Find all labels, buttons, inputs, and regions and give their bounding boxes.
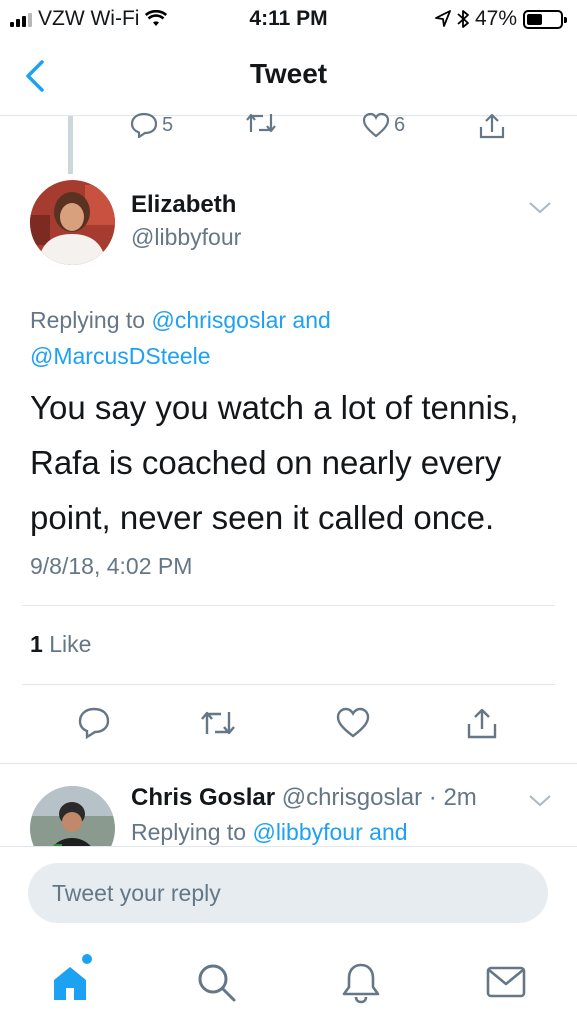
battery-icon xyxy=(523,9,567,29)
mention-link-marcusdsteele[interactable]: @MarcusDSteele xyxy=(30,343,211,369)
reply-input[interactable] xyxy=(28,863,548,923)
reply-author-name[interactable]: Chris Goslar xyxy=(131,784,275,811)
retweet-icon[interactable] xyxy=(199,706,237,740)
reply-tweet[interactable]: Chris Goslar @chrisgoslar · 2m Replying … xyxy=(0,764,577,846)
messages-envelope-icon xyxy=(486,966,526,998)
reply-replying-to-line: Replying to @libbyfour and xyxy=(131,819,408,846)
previous-like-action[interactable]: 6 xyxy=(362,112,405,138)
retweet-icon xyxy=(246,113,276,133)
search-icon xyxy=(198,964,236,1002)
tab-bar xyxy=(0,942,577,1024)
avatar[interactable] xyxy=(30,180,115,265)
author-name[interactable]: Elizabeth xyxy=(131,191,236,219)
tweet-timestamp: 9/8/18, 4:02 PM xyxy=(30,553,193,579)
reply-author-line: Chris Goslar @chrisgoslar · 2m xyxy=(131,784,477,812)
page-title: Tweet xyxy=(249,58,328,89)
previous-share-action[interactable] xyxy=(478,112,506,140)
mention-link-libbyfour[interactable]: @libbyfour xyxy=(252,819,362,845)
status-bar: VZW Wi-Fi 4:11 PM 47% xyxy=(0,0,577,40)
avatar[interactable] xyxy=(30,786,115,846)
previous-retweet-action[interactable] xyxy=(245,112,277,134)
reply-replying-prefix: Replying to xyxy=(131,819,253,845)
tab-notifications[interactable] xyxy=(339,960,383,1004)
replying-to-line: Replying to @chrisgoslar and @MarcusDSte… xyxy=(30,302,550,374)
reply-author-handle[interactable]: @chrisgoslar xyxy=(282,784,422,811)
reply-replying-suffix[interactable]: and xyxy=(363,819,407,845)
replying-prefix: Replying to xyxy=(30,307,152,333)
chevron-down-icon[interactable] xyxy=(528,794,552,808)
reply-icon xyxy=(130,112,158,138)
compose-bar xyxy=(0,846,577,942)
divider xyxy=(22,605,555,606)
previous-reply-action[interactable]: 5 xyxy=(130,112,173,138)
author-avatar-image xyxy=(30,180,115,265)
share-icon[interactable] xyxy=(465,706,499,740)
navigation-bar: Tweet xyxy=(0,40,577,116)
notification-dot xyxy=(82,954,92,964)
replying-and[interactable]: and xyxy=(286,307,330,333)
previous-reply-count: 5 xyxy=(162,113,174,136)
reply-avatar-image xyxy=(30,786,115,846)
battery-percent: 47% xyxy=(474,7,517,30)
like-label: Like xyxy=(49,631,92,657)
reply-icon[interactable] xyxy=(77,706,111,740)
share-icon xyxy=(479,113,505,139)
previous-like-count: 6 xyxy=(394,113,406,136)
heart-icon[interactable] xyxy=(336,706,370,740)
notifications-bell-icon xyxy=(342,963,380,1004)
divider xyxy=(22,684,555,685)
tab-messages[interactable] xyxy=(484,960,528,1004)
home-icon xyxy=(54,967,86,1000)
heart-icon xyxy=(362,112,390,138)
reply-timestamp: · 2m xyxy=(422,784,477,811)
mention-link-chrisgoslar[interactable]: @chrisgoslar xyxy=(151,307,286,333)
tweet-text: You say you watch a lot of tennis, Rafa … xyxy=(30,389,519,536)
bluetooth-icon xyxy=(457,10,469,28)
chevron-down-icon[interactable] xyxy=(528,201,552,215)
previous-tweet-actions: 5 6 xyxy=(0,112,577,146)
location-arrow-icon xyxy=(435,10,451,27)
likes-summary[interactable]: 1 Like xyxy=(30,631,91,658)
author-handle[interactable]: @libbyfour xyxy=(131,224,241,251)
status-right: 47% xyxy=(435,7,567,31)
tab-home[interactable] xyxy=(48,954,92,1004)
like-count: 1 xyxy=(30,631,43,657)
tab-search[interactable] xyxy=(194,960,238,1004)
